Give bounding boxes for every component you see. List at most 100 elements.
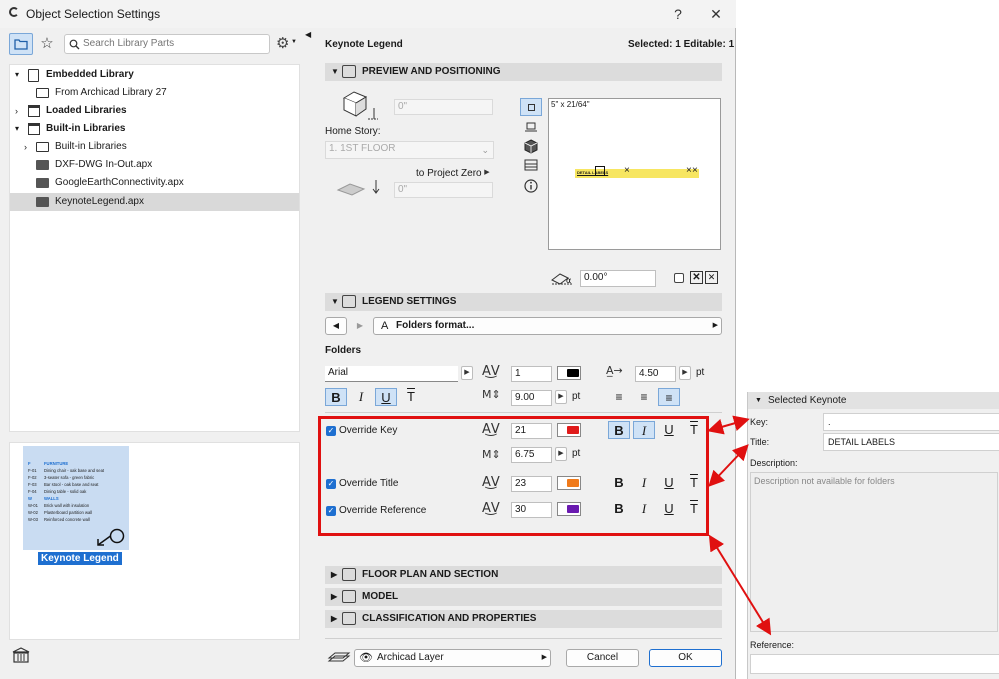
library-manager-button[interactable]	[11, 646, 33, 666]
tree-item-loaded-libraries[interactable]: › Loaded Libraries	[10, 102, 299, 120]
expand-chevron-icon[interactable]: ›	[24, 138, 27, 156]
align-left-button[interactable]: ≡	[608, 388, 630, 406]
tree-item-built-in-libraries[interactable]: › Built-in Libraries	[10, 138, 299, 156]
library-building-icon	[28, 105, 40, 117]
mirror-x-icon[interactable]: ✕	[690, 271, 703, 284]
italic-toggle[interactable]: I	[350, 388, 372, 406]
tree-item-embedded-library[interactable]: ▾ Embedded Library	[10, 66, 299, 84]
section-title: MODEL	[362, 591, 399, 602]
expand-chevron-icon[interactable]: ▾	[15, 66, 19, 84]
folder-view-button[interactable]	[9, 33, 33, 55]
star-icon: ☆	[40, 35, 54, 52]
search-settings-button[interactable]: ⚙ ▼	[276, 34, 298, 54]
top-elevation-field[interactable]: 0"	[394, 99, 493, 115]
preview-canvas[interactable]: 5" x 21/64" DETAIL LABELS × × ×	[548, 98, 721, 250]
info-button[interactable]	[520, 177, 542, 195]
strikethrough-toggle[interactable]: T	[400, 388, 422, 406]
cancel-button[interactable]: Cancel	[566, 649, 639, 667]
section-legend-settings[interactable]: ▼ LEGEND SETTINGS	[325, 293, 722, 311]
tree-item-keynote-legend[interactable]: KeynoteLegend.apx	[10, 193, 299, 211]
align-right-button[interactable]: ≡	[658, 388, 680, 406]
tree-item-google-earth[interactable]: GoogleEarthConnectivity.apx	[10, 174, 299, 192]
object-selection-settings-dialog: Object Selection Settings ? ✕ ☆ ⚙ ▼ ▾ Em…	[0, 0, 736, 679]
line-spacing-arrow[interactable]: ▶	[555, 390, 567, 404]
text-size-arrow[interactable]: ▶	[679, 366, 691, 380]
tree-item-label: Loaded Libraries	[46, 105, 127, 116]
view-elevation-button[interactable]	[520, 156, 542, 174]
next-page-button[interactable]: ▶	[349, 317, 371, 335]
section-classification-and-properties[interactable]: ▶ CLASSIFICATION AND PROPERTIES	[325, 610, 722, 628]
thumbnail-line-code: F-01	[28, 468, 37, 473]
expand-chevron-icon[interactable]: ▾	[15, 120, 19, 138]
hotspot-cross-icon: ×	[686, 165, 692, 176]
folders-heading: Folders	[325, 345, 362, 356]
selection-info: Selected: 1 Editable: 1	[628, 39, 735, 50]
expand-chevron-icon[interactable]: ›	[15, 102, 18, 120]
font-field[interactable]: Arial	[325, 366, 458, 382]
page-selector[interactable]: Α Folders format... ▶	[373, 317, 722, 335]
close-button[interactable]: ✕	[702, 4, 730, 24]
folder-pen-swatch[interactable]	[557, 366, 581, 380]
tree-item-label: Built-in Libraries	[46, 123, 126, 134]
tree-item-from-archicad-library[interactable]: From Archicad Library 27	[10, 84, 299, 102]
section-model[interactable]: ▶ MODEL	[325, 588, 722, 606]
description-field[interactable]: Description not available for folders	[750, 472, 998, 632]
thumbnail-line: F-02 3-seater sofa - green fabric	[26, 474, 126, 481]
line-spacing-unit: pt	[572, 391, 581, 402]
ok-button[interactable]: OK	[649, 649, 722, 667]
home-story-select[interactable]: 1. 1ST FLOOR ⌄	[325, 141, 494, 159]
title-bar: Object Selection Settings ? ✕	[0, 0, 736, 28]
rotation-angle-field[interactable]: 0.00°	[580, 270, 656, 287]
bold-toggle[interactable]: B	[325, 388, 347, 406]
view-3d-button[interactable]	[520, 137, 542, 155]
elevation-view-icon	[524, 159, 538, 171]
preview-hotspot[interactable]	[595, 166, 605, 176]
collapse-arrow-icon[interactable]: ◀	[305, 30, 311, 39]
bottom-elevation-field[interactable]: 0"	[394, 182, 493, 198]
tree-item-label: KeynoteLegend.apx	[55, 196, 144, 207]
layer-selector[interactable]: 👁 Archicad Layer ▶	[354, 649, 551, 667]
to-project-zero-label[interactable]: to Project Zero	[416, 168, 482, 179]
key-field[interactable]: .	[823, 413, 999, 431]
mirror-checkbox[interactable]	[674, 273, 684, 283]
thumbnail-line: F-03 Bar stool - oak base and seat	[26, 481, 126, 488]
section-floor-plan-and-section[interactable]: ▶ FLOOR PLAN AND SECTION	[325, 566, 722, 584]
thumbnail-line-code: F-03	[28, 482, 37, 487]
keynote-legend-thumbnail[interactable]: F FURNITURE F-01 Dining chair - oak base an…	[23, 446, 129, 550]
thumbnail-line-code: W-03	[28, 517, 38, 522]
underline-toggle[interactable]: U	[375, 388, 397, 406]
folder-pen-field[interactable]: 1	[511, 366, 552, 382]
layer-icon	[327, 652, 351, 662]
pane-splitter[interactable]: ◀	[304, 28, 312, 679]
view-section-button[interactable]	[520, 118, 542, 136]
tree-item-dxf-dwg[interactable]: DXF-DWG In-Out.apx	[10, 156, 299, 174]
mirror-y-icon[interactable]: ✕	[705, 271, 718, 284]
thumbnail-line-text: Reinforced concrete wall	[44, 517, 90, 522]
project-zero-arrow[interactable]: ▶	[481, 167, 493, 181]
line-spacing-field[interactable]: 9.00	[511, 390, 552, 406]
object-name: Keynote Legend	[325, 39, 403, 50]
title-field[interactable]: DETAIL LABELS	[823, 433, 999, 451]
info-icon	[524, 179, 538, 193]
align-center-button[interactable]: ≡	[633, 388, 655, 406]
reference-field[interactable]	[750, 654, 999, 674]
favorites-button[interactable]: ☆	[36, 33, 58, 55]
folder-filled-icon	[36, 197, 49, 207]
tree-item-built-in-libraries-root[interactable]: ▾ Built-in Libraries	[10, 120, 299, 138]
font-select-arrow[interactable]: ▶	[461, 366, 473, 380]
previous-page-button[interactable]: ◀	[325, 317, 347, 335]
help-button[interactable]: ?	[664, 4, 692, 24]
search-input[interactable]	[83, 38, 263, 49]
layer-name: Archicad Layer	[377, 652, 444, 663]
thumbnail-line-code: W	[28, 496, 32, 501]
thumbnail-line: F-01 Dining chair - oak base and seat	[26, 467, 126, 474]
override-highlight-box	[318, 416, 709, 536]
section-preview-and-positioning[interactable]: ▼ PREVIEW AND POSITIONING	[325, 63, 722, 81]
selected-keynote-header[interactable]: ▼ Selected Keynote	[748, 392, 999, 409]
view-2d-button[interactable]	[520, 98, 542, 116]
rotation-angle-icon: α	[551, 273, 572, 285]
tree-item-label: DXF-DWG In-Out.apx	[55, 159, 153, 170]
svg-text:α: α	[566, 276, 571, 285]
search-box[interactable]	[64, 34, 270, 54]
text-size-field[interactable]: 4.50	[635, 366, 676, 382]
